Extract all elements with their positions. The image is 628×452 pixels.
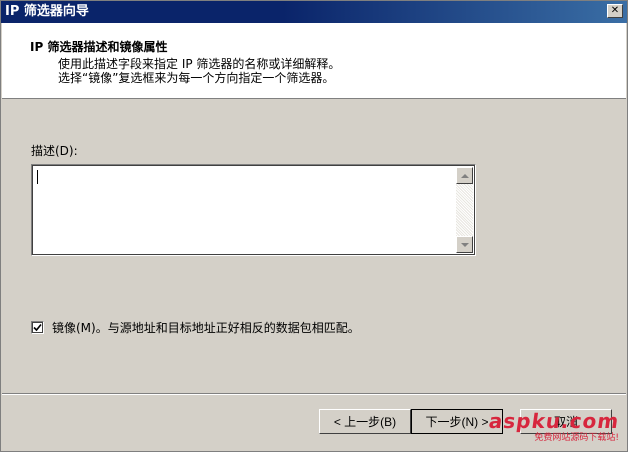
description-label: 描述(D): [31, 144, 78, 158]
back-button[interactable]: < 上一步(B) [319, 409, 411, 434]
scroll-up-icon [460, 173, 469, 178]
scroll-down-button[interactable] [456, 236, 473, 253]
description-textbox[interactable] [31, 164, 476, 256]
description-scrollbar[interactable] [456, 167, 473, 253]
scroll-down-icon [460, 242, 469, 247]
header-description-line-2: 选择“镜像”复选框来为每一个方向指定一个筛选器。 [58, 71, 335, 85]
header-description-line-1: 使用此描述字段来指定 IP 筛选器的名称或详细解释。 [58, 57, 341, 71]
description-input[interactable] [34, 167, 452, 253]
scroll-up-button[interactable] [456, 167, 473, 184]
header-title: IP 筛选器描述和镜像属性 [30, 40, 168, 54]
cancel-button[interactable]: 取消 [520, 409, 612, 434]
mirror-option[interactable]: 镜像(M)。与源地址和目标地址正好相反的数据包相匹配。 [31, 320, 360, 335]
mirror-label: 镜像(M)。与源地址和目标地址正好相反的数据包相匹配。 [52, 320, 360, 335]
button-separator [2, 393, 626, 395]
filter-wizard-window: IP 筛选器向导 ✕ IP 筛选器描述和镜像属性 使用此描述字段来指定 IP 筛… [0, 0, 628, 452]
next-button[interactable]: 下一步(N) > [411, 409, 503, 434]
checkmark-icon [33, 323, 42, 331]
close-button[interactable]: ✕ [607, 4, 623, 18]
window-title: IP 筛选器向导 [5, 4, 89, 19]
title-bar[interactable]: IP 筛选器向导 ✕ [1, 1, 627, 23]
text-caret [37, 170, 38, 184]
wizard-header: IP 筛选器描述和镜像属性 使用此描述字段来指定 IP 筛选器的名称或详细解释。… [2, 23, 626, 99]
close-icon: ✕ [610, 5, 620, 16]
header-description: 使用此描述字段来指定 IP 筛选器的名称或详细解释。 选择“镜像”复选框来为每一… [58, 57, 340, 85]
mirror-checkbox[interactable] [31, 320, 44, 334]
